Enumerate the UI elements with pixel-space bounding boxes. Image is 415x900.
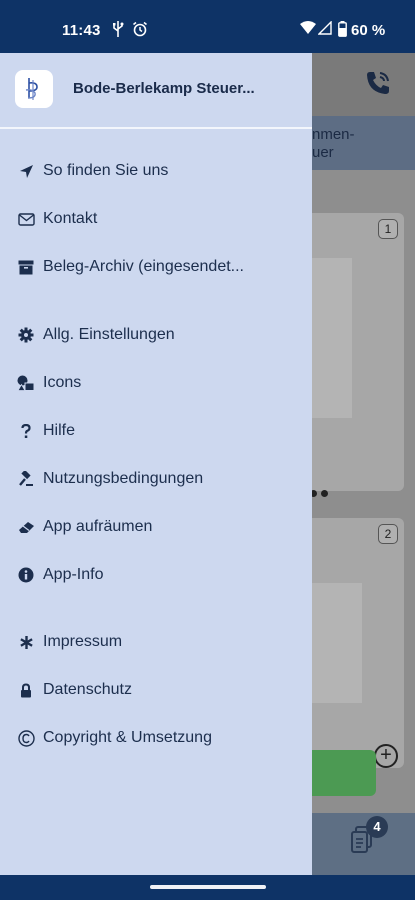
menu-item-label: Nutzungsbedingungen [43, 470, 204, 487]
question-icon [17, 422, 35, 440]
card-number: 2 [378, 524, 398, 544]
menu-item-privacy[interactable]: Datenschutz [0, 670, 312, 710]
receipt-thumbnail [312, 258, 352, 418]
clock: 11:43 [62, 22, 101, 39]
alarm-icon [132, 21, 148, 42]
menu-item-label: Impressum [43, 633, 123, 650]
menu-item-copyright[interactable]: Copyright & Umsetzung [0, 718, 312, 758]
system-nav-bar [0, 875, 415, 900]
info-icon [17, 566, 35, 584]
drawer-header: Bode-Berlekamp Steuer... [0, 53, 312, 127]
menu-item-archive[interactable]: Beleg-Archiv (eingesendet... [0, 247, 312, 287]
menu-item-label: Beleg-Archiv (eingesendet... [43, 258, 244, 275]
home-gesture-handle[interactable] [150, 885, 266, 889]
card-number: 1 [378, 219, 398, 239]
menu-item-label: Icons [43, 374, 82, 391]
archive-icon [17, 258, 35, 276]
battery-percentage: 60 % [351, 22, 386, 39]
documents-badge: 4 [366, 816, 388, 838]
menu-item-contact[interactable]: Kontakt [0, 199, 312, 239]
signal-icon [317, 20, 332, 40]
menu-item-help[interactable]: Hilfe [0, 411, 312, 451]
menu-item-directions[interactable]: So finden Sie uns [0, 151, 312, 191]
lock-icon [17, 681, 35, 699]
gear-icon [17, 326, 35, 344]
navigation-drawer: Bode-Berlekamp Steuer... So finden Sie u… [0, 53, 312, 875]
menu-item-label: Copyright & Umsetzung [43, 729, 212, 746]
menu-item-cleanup[interactable]: App aufräumen [0, 507, 312, 547]
menu-item-settings[interactable]: Allg. Einstellungen [0, 315, 312, 355]
copyright-icon [17, 729, 35, 747]
battery-icon [338, 21, 347, 42]
location-arrow-icon [17, 162, 35, 180]
gavel-icon [17, 470, 35, 488]
shapes-icon [17, 374, 35, 392]
app-logo [15, 70, 53, 108]
menu-item-label: App-Info [43, 566, 104, 583]
header-divider [0, 127, 312, 129]
usb-icon [112, 21, 124, 42]
pager-dots [310, 484, 332, 502]
menu-item-label: Hilfe [43, 422, 76, 439]
subheader-text: nmen- uer [312, 126, 355, 161]
asterisk-icon [17, 633, 35, 651]
menu-item-label: Datenschutz [43, 681, 132, 698]
submit-button[interactable] [312, 750, 376, 796]
envelope-icon [17, 210, 35, 228]
menu-item-label: Allg. Einstellungen [43, 326, 175, 343]
menu-item-label: App aufräumen [43, 518, 153, 535]
menu-item-label: So finden Sie uns [43, 162, 169, 179]
menu-item-terms[interactable]: Nutzungsbedingungen [0, 459, 312, 499]
add-icon[interactable]: + [374, 744, 398, 768]
receipt-thumbnail [312, 583, 362, 703]
drawer-title: Bode-Berlekamp Steuer... [73, 80, 255, 97]
menu-item-app-info[interactable]: App-Info [0, 555, 312, 595]
phone-icon[interactable] [364, 69, 392, 102]
menu-item-icons[interactable]: Icons [0, 363, 312, 403]
menu-item-imprint[interactable]: Impressum [0, 622, 312, 662]
menu-item-label: Kontakt [43, 210, 98, 227]
eraser-icon [17, 518, 35, 536]
status-bar: 11:43 60 % [0, 0, 415, 53]
wifi-icon [300, 21, 316, 40]
